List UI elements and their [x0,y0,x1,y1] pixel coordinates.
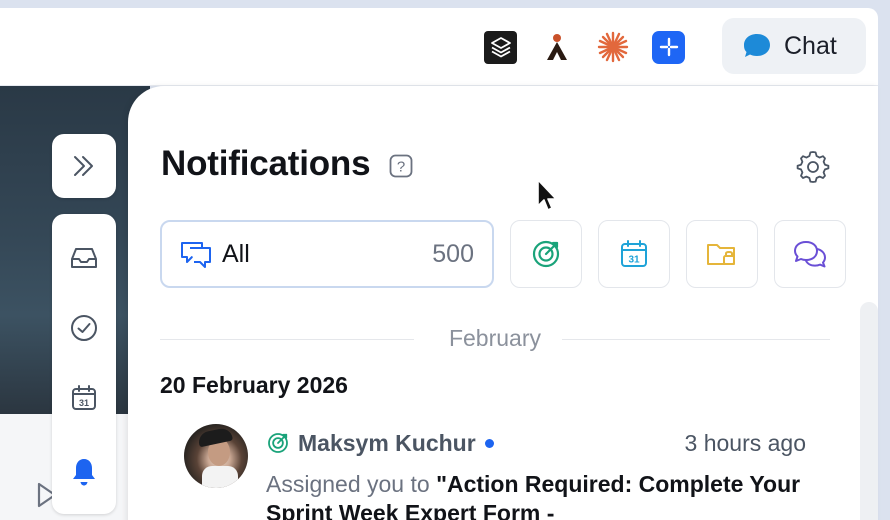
chat-button[interactable]: Chat [722,18,866,74]
topbar-app-icons [484,30,685,64]
sidebar-item-notifications[interactable] [52,452,116,492]
filter-goals-button[interactable] [510,220,582,288]
svg-text:?: ? [397,159,405,176]
month-divider: February [160,323,830,353]
filter-chats-button[interactable] [774,220,846,288]
svg-text:31: 31 [79,398,89,408]
sparkle-icon [659,37,678,57]
unread-indicator [484,438,494,448]
gear-icon[interactable] [796,150,830,189]
svg-text:31: 31 [628,255,640,266]
filter-calendar-button[interactable]: 31 [598,220,670,288]
messages-icon [181,242,211,268]
chat-label: Chat [784,31,837,60]
filter-all-count: 500 [432,239,474,268]
burst-app-button[interactable] [596,31,629,64]
avatar [184,424,248,488]
date-heading: 20 February 2026 [160,372,348,398]
notification-text: Assigned you to "Action Required: Comple… [266,470,826,520]
layers-app-button[interactable] [484,30,517,64]
double-chevron-right-icon [74,156,93,176]
page-title: Notifications [161,144,371,183]
calendar-icon: 31 [72,385,96,410]
notification-time: 3 hours ago [684,429,806,456]
notification-prefix: Assigned you to [266,471,437,497]
bell-icon [73,459,95,486]
help-icon[interactable]: ? [389,154,413,183]
check-circle-icon [71,315,97,341]
sidebar-item-calendar[interactable]: 31 [52,378,116,418]
app-root: Chat 31 Notifications ? All 500 31 Febru… [0,0,890,520]
sidebar-item-tasks[interactable] [52,308,116,348]
folder-lock-icon [707,244,735,265]
sidebar-rail: 31 [52,214,116,514]
inbox-icon [71,248,97,268]
notifications-panel: Notifications ? All 500 31 February 20 F… [128,86,878,520]
expand-sidebar-button[interactable] [52,134,116,198]
top-bar: Chat [0,8,878,86]
notification-item[interactable]: Maksym Kuchur 3 hours ago Assigned you t… [184,424,824,520]
sidebar-item-inbox[interactable] [52,238,116,278]
target-icon [532,240,560,268]
target-icon [268,433,288,453]
chat-bubbles-icon [794,241,826,268]
chat-bubble-icon [744,34,770,57]
filter-all-button[interactable]: All 500 [160,220,494,288]
layers-icon [490,37,511,58]
a-app-button[interactable] [540,31,573,64]
scrollbar[interactable] [860,302,878,520]
filter-files-button[interactable] [686,220,758,288]
blue-app-button[interactable] [652,30,685,64]
burst-icon [597,31,628,63]
notification-header: Maksym Kuchur 3 hours ago [266,428,806,458]
sender-name: Maksym Kuchur [298,429,476,456]
mouse-cursor-icon [536,178,558,214]
calendar-icon: 31 [621,240,647,267]
filter-all-label: All [222,239,250,268]
a-logo-icon [546,34,567,60]
